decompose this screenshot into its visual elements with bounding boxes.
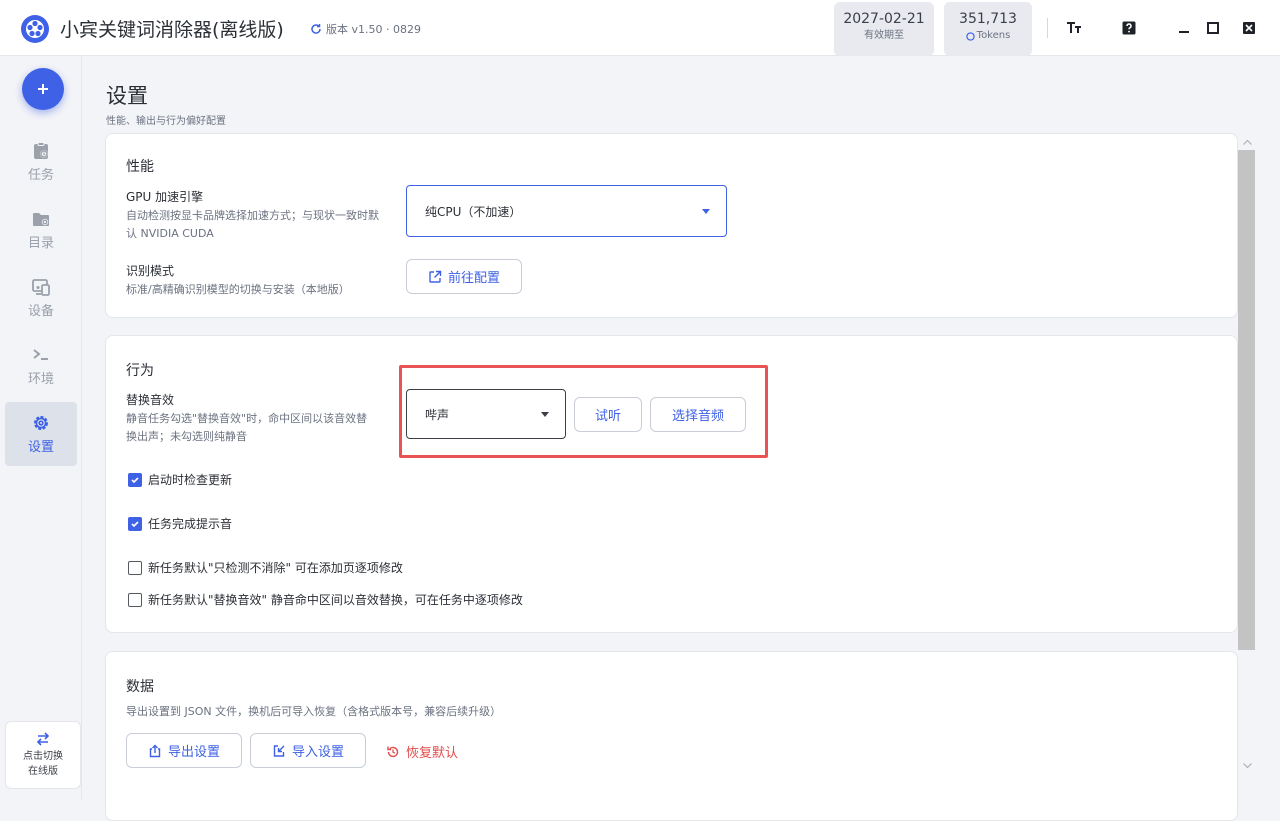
tokens-badge: 351,713 Tokens [944, 2, 1032, 56]
version-label: 版本 v1.50 · 0829 [310, 21, 421, 37]
help-button[interactable] [1117, 16, 1141, 40]
default-detect-only-option[interactable]: 新任务默认"只检测不消除" 可在添加页逐项修改 [128, 559, 403, 576]
chevron-down-icon [702, 209, 710, 214]
sidebar-item-environment[interactable]: 环境 [5, 334, 77, 398]
minimize-button[interactable] [1172, 16, 1196, 40]
gpu-label: GPU 加速引擎 [126, 190, 204, 204]
external-link-icon [429, 270, 442, 283]
import-icon [273, 744, 285, 757]
restore-defaults-button[interactable]: 恢复默认 [386, 742, 458, 761]
gpu-engine-value: 纯CPU（不加速） [425, 204, 522, 219]
refresh-icon [311, 24, 321, 34]
token-icon [965, 31, 975, 41]
gpu-engine-select[interactable]: 纯CPU（不加速） [406, 185, 727, 237]
minimize-icon [1179, 31, 1189, 33]
performance-card: 性能 GPU 加速引擎 自动检测按显卡品牌选择加速方式；与现状一致时默认 NVI… [105, 133, 1238, 318]
toolbar-divider [1047, 18, 1048, 38]
arrow-down-icon [1242, 763, 1252, 769]
reset-icon [387, 746, 399, 757]
switch-online-button[interactable]: 点击切换 在线版 [5, 721, 81, 789]
export-settings-button[interactable]: 导出设置 [126, 733, 242, 768]
expiry-label: 有效期至 [864, 30, 904, 41]
performance-title: 性能 [126, 159, 154, 175]
check-icon [131, 476, 139, 483]
sidebar-item-settings[interactable]: 设置 [5, 402, 77, 466]
data-card: 数据 导出设置到 JSON 文件，换机后可导入恢复（含格式版本号，兼容后续升级）… [105, 651, 1238, 821]
behavior-title: 行为 [126, 363, 154, 379]
goto-config-button[interactable]: 前往配置 [406, 259, 522, 294]
sidebar-item-tasks[interactable]: 任务 [5, 130, 77, 194]
task-complete-sound-option[interactable]: 任务完成提示音 [128, 515, 232, 532]
arrow-up-icon [1242, 139, 1252, 145]
sidebar-item-directory[interactable]: 目录 [5, 198, 77, 262]
tokens-label: Tokens [976, 30, 1011, 41]
plus-icon [38, 84, 48, 94]
export-icon [149, 744, 161, 757]
checkbox-unchecked[interactable] [128, 560, 142, 575]
scrollbar-thumb[interactable] [1238, 150, 1255, 650]
checkbox-checked[interactable] [128, 516, 142, 531]
task-icon [34, 142, 48, 159]
terminal-icon [33, 349, 48, 360]
maximize-icon [1207, 22, 1219, 34]
new-task-button[interactable] [22, 68, 64, 110]
data-description: 导出设置到 JSON 文件，换机后可导入恢复（含格式版本号，兼容后续升级） [126, 705, 502, 718]
sidebar-item-devices[interactable]: 设备 [5, 266, 77, 330]
sound-label: 替换音效 [126, 393, 175, 407]
check-updates-option[interactable]: 启动时检查更新 [128, 471, 232, 488]
sidebar: 任务 目录 设备 环境 设置 点击切换 在线版 [0, 56, 82, 800]
highlight-annotation [399, 365, 768, 458]
close-icon [1243, 22, 1255, 34]
close-button[interactable] [1237, 16, 1261, 40]
mode-description: 标准/高精确识别模型的切换与安装（本地版） [126, 283, 350, 296]
font-size-button[interactable] [1062, 16, 1086, 40]
maximize-button[interactable] [1201, 16, 1225, 40]
help-icon [1122, 21, 1136, 35]
checkbox-checked[interactable] [128, 472, 142, 487]
switch-label: 点击切换 [23, 750, 63, 762]
expiry-badge: 2027-02-21 有效期至 [834, 2, 934, 56]
folder-icon [33, 213, 49, 226]
data-title: 数据 [126, 679, 154, 695]
title-bar: 小宾关键词消除器(离线版) 版本 v1.50 · 0829 2027-02-21… [0, 0, 1280, 56]
device-icon [32, 279, 50, 296]
app-title: 小宾关键词消除器(离线版) [60, 19, 284, 41]
font-size-icon [1067, 22, 1081, 33]
checkbox-unchecked[interactable] [128, 592, 142, 607]
sound-description: 静音任务勾选"替换音效"时，命中区间以该音效替换出声；未勾选则纯静音 [126, 412, 368, 443]
app-logo-icon [21, 15, 49, 43]
page-subtitle: 性能、输出与行为偏好配置 [106, 116, 226, 127]
switch-target: 在线版 [28, 765, 58, 777]
mode-label: 识别模式 [126, 264, 175, 278]
default-replace-sound-option[interactable]: 新任务默认"替换音效" 静音命中区间以音效替换，可在任务中逐项修改 [128, 591, 523, 608]
gear-icon [34, 416, 48, 430]
page-title: 设置 [106, 84, 148, 108]
tokens-value: 351,713 [959, 11, 1017, 27]
swap-icon [36, 731, 50, 746]
expiry-value: 2027-02-21 [843, 11, 925, 27]
check-icon [131, 520, 139, 527]
scroll-up-arrow[interactable] [1240, 136, 1254, 148]
import-settings-button[interactable]: 导入设置 [250, 733, 366, 768]
scroll-down-arrow[interactable] [1240, 760, 1254, 772]
gpu-description: 自动检测按显卡品牌选择加速方式；与现状一致时默认 NVIDIA CUDA [126, 209, 379, 240]
